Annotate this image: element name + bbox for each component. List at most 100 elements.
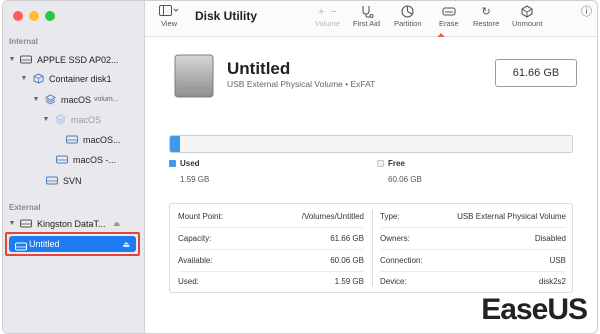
window-controls (13, 11, 55, 21)
drive-icon (19, 54, 33, 65)
eject-icon[interactable]: ⏏ (114, 220, 121, 228)
disk-utility-window: Internal ▼ APPLE SSD AP02... ▼ Container… (2, 0, 598, 334)
info-row: Device: disk2s2 (380, 270, 566, 292)
plus-minus-icon: + − (318, 6, 337, 18)
chevron-down-icon[interactable]: ▼ (7, 56, 17, 63)
restore-icon: ↻ (481, 6, 491, 18)
legend-used: Used 1.59 GB (169, 159, 209, 184)
info-button[interactable]: ⓘ (581, 5, 592, 19)
sidebar-item-suffix: volum... (94, 96, 119, 103)
info-key: Available: (178, 256, 213, 265)
info-key: Owners: (380, 234, 410, 243)
sidebar-item-macos-data[interactable]: macOS... (63, 131, 121, 148)
close-button[interactable] (13, 11, 23, 21)
chevron-down-icon[interactable]: ▼ (7, 220, 17, 227)
selection-highlight: Untitled ⏏ (5, 232, 140, 256)
info-value: disk2s2 (538, 276, 566, 286)
volume-label: Volume (315, 19, 341, 28)
erase-icon (442, 5, 456, 19)
toolbar: View Disk Utility + − Volume First Aid P… (145, 1, 597, 62)
sidebar-item-svn[interactable]: SVN (43, 172, 82, 189)
erase-button[interactable]: Erase (439, 5, 459, 28)
restore-label: Restore (473, 19, 500, 28)
info-row: Mount Point: /Volumes/Untitled (178, 206, 364, 228)
chevron-down-icon[interactable]: ▼ (41, 116, 51, 123)
used-value: 1.59 GB (180, 175, 210, 184)
sidebar-item-label: Kingston DataT... (37, 218, 106, 229)
info-row: Available: 60.06 GB (178, 250, 364, 272)
sidebar-item-macos-volume[interactable]: ▼ macOS volum... (31, 91, 119, 108)
sidebar-icon (159, 5, 179, 19)
sidebar-item-macos-snapshot[interactable]: ▼ macOS (41, 111, 101, 128)
info-table: Mount Point: /Volumes/Untitled Capacity:… (169, 203, 573, 293)
main-panel: Untitled USB External Physical Volume • … (145, 37, 597, 333)
used-label: Used (180, 159, 200, 168)
info-row: Type: USB External Physical Volume (380, 206, 566, 228)
info-row: Used: 1.59 GB (178, 270, 364, 292)
unmount-label: Unmount (512, 19, 543, 28)
drive-icon (65, 134, 79, 145)
drive-icon (19, 218, 33, 229)
sidebar-item-label: macOS -... (73, 154, 117, 165)
usage-bar (169, 135, 573, 153)
volume-name: Untitled (227, 59, 291, 78)
drive-icon (15, 242, 27, 253)
capacity-badge: 61.66 GB (495, 59, 577, 87)
info-key: Connection: (380, 256, 423, 265)
sidebar-item-kingston[interactable]: ▼ Kingston DataT... ⏏ (7, 215, 121, 232)
free-label: Free (388, 159, 405, 168)
sidebar-item-label: Untitled (29, 239, 60, 249)
drive-icon (45, 175, 59, 186)
restore-button[interactable]: ↻ Restore (473, 5, 499, 28)
info-key: Device: (380, 276, 407, 286)
unmount-icon (521, 5, 533, 19)
chevron-down-icon[interactable]: ▼ (31, 96, 41, 103)
usage-bar-used (170, 136, 181, 152)
sidebar-item-apple-ssd[interactable]: ▼ APPLE SSD AP02... (7, 51, 119, 68)
container-icon (31, 73, 45, 84)
info-row: Connection: USB (380, 250, 566, 272)
stethoscope-icon (360, 5, 374, 19)
first-aid-button[interactable]: First Aid (353, 5, 380, 28)
zoom-button[interactable] (45, 11, 55, 21)
legend-free: Free 60.06 GB (377, 159, 422, 184)
sidebar-item-label: macOS (71, 114, 102, 125)
info-value: Disabled (534, 234, 566, 243)
unmount-button[interactable]: Unmount (512, 5, 542, 28)
info-divider (372, 210, 373, 286)
sidebar-item-untitled[interactable]: Untitled ⏏ (9, 236, 136, 252)
sidebar-item-label: macOS (61, 94, 92, 105)
info-value: /Volumes/Untitled (301, 212, 364, 221)
info-key: Used: (178, 276, 199, 286)
volume-description: USB External Physical Volume • ExFAT (227, 79, 376, 89)
info-row: Owners: Disabled (380, 228, 566, 250)
layers-icon (53, 114, 67, 125)
sidebar-item-container[interactable]: ▼ Container disk1 (19, 70, 112, 87)
easeus-logo: EaseUS (481, 293, 588, 326)
drive-icon (55, 154, 69, 165)
external-disk-icon (173, 53, 215, 104)
info-key: Type: (380, 212, 400, 221)
info-key: Capacity: (178, 234, 212, 243)
section-label-internal: Internal (9, 37, 38, 46)
sidebar: Internal ▼ APPLE SSD AP02... ▼ Container… (3, 1, 145, 333)
info-value: 61.66 GB (330, 234, 364, 243)
volume-button[interactable]: + − Volume (315, 5, 340, 28)
sidebar-item-label: SVN (63, 175, 82, 186)
info-key: Mount Point: (178, 212, 223, 221)
chevron-down-icon[interactable]: ▼ (19, 75, 29, 82)
info-row: Capacity: 61.66 GB (178, 228, 364, 250)
free-value: 60.06 GB (388, 175, 422, 184)
sidebar-item-macos-other[interactable]: macOS -... (53, 151, 116, 168)
window-title: Disk Utility (195, 9, 258, 23)
partition-button[interactable]: Partition (394, 5, 422, 28)
minimize-button[interactable] (29, 11, 39, 21)
view-label: View (160, 19, 178, 28)
info-value: 60.06 GB (330, 256, 364, 265)
info-value: 1.59 GB (334, 276, 364, 286)
eject-icon[interactable]: ⏏ (122, 240, 130, 249)
view-button[interactable]: View (159, 5, 179, 28)
sidebar-item-label: macOS... (83, 134, 121, 145)
used-swatch (169, 160, 176, 167)
first-aid-label: First Aid (353, 19, 381, 28)
